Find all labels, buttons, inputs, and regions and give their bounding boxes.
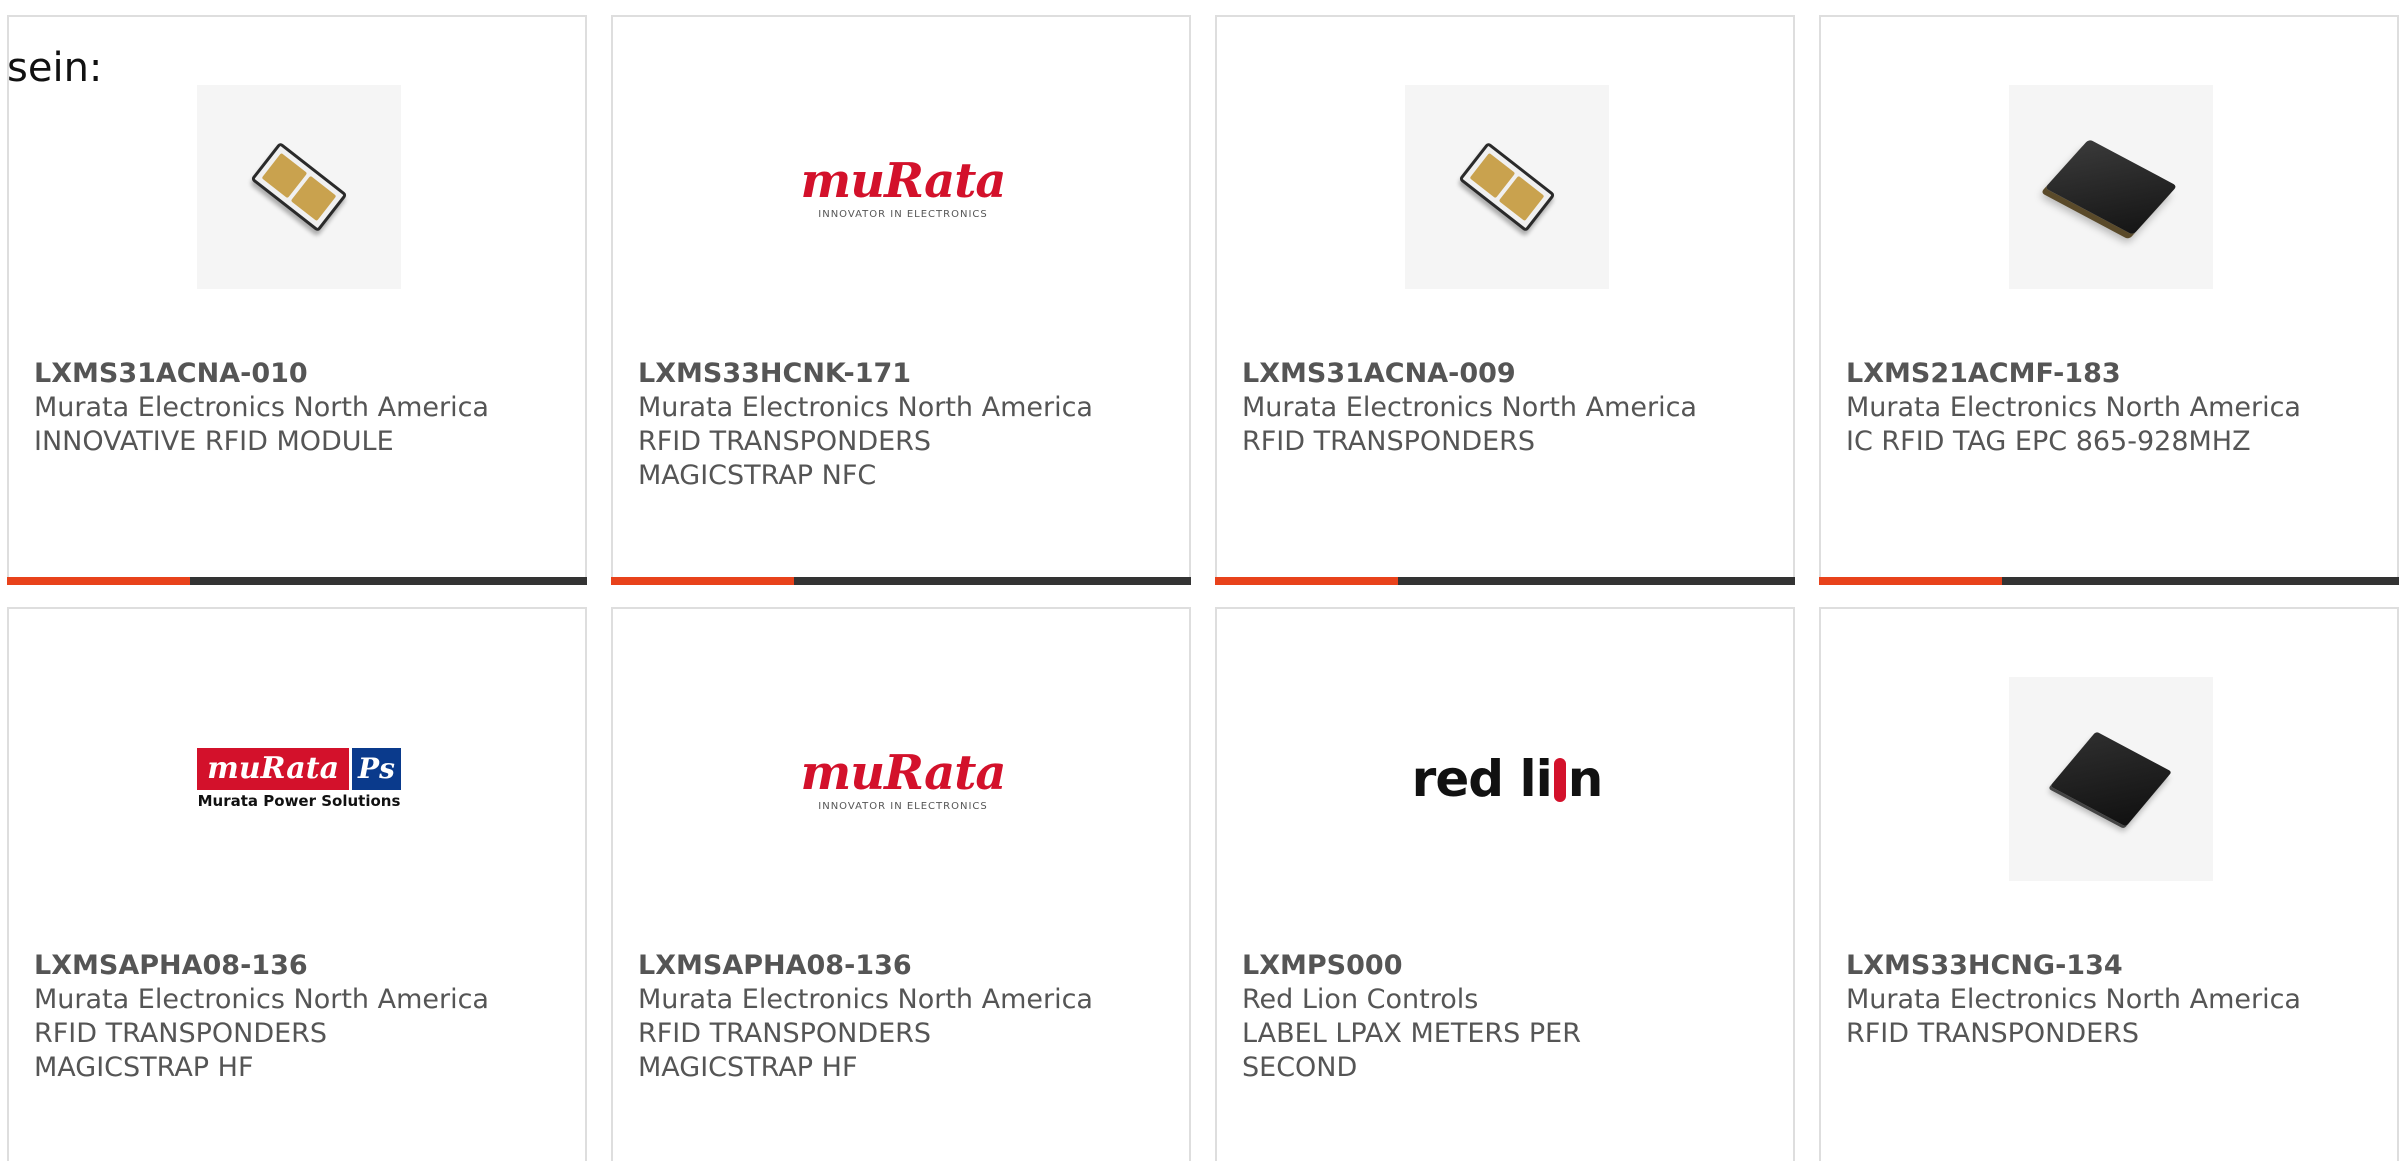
manufacturer-name: Murata Electronics North America (34, 984, 489, 1015)
murata-ps-logo-subtitle: Murata Power Solutions (197, 792, 401, 810)
product-description: RFID TRANSPONDERS (34, 1018, 328, 1049)
product-card[interactable]: muRata Ps Murata Power Solutions LXMSAPH… (7, 607, 587, 1161)
product-description: INNOVATIVE RFID MODULE (34, 426, 394, 457)
manufacturer-name: Murata Electronics North America (638, 392, 1093, 423)
rfid-ic-chip-icon (2050, 731, 2172, 827)
rfid-tag-chip-icon (2044, 139, 2178, 235)
product-card[interactable]: LXMS31ACNA-009 Murata Electronics North … (1215, 15, 1795, 585)
card-accent-bar (611, 577, 794, 585)
product-description: RFID TRANSPONDERS (1846, 1018, 2140, 1049)
product-info: LXMSAPHA08-136 Murata Electronics North … (638, 949, 1169, 1085)
product-description: RFID TRANSPONDERS (638, 1018, 932, 1049)
manufacturer-name: Murata Electronics North America (638, 984, 1093, 1015)
murata-logo: muRata INNOVATOR IN ELECTRONICS (800, 152, 1006, 220)
card-bottom-bar (7, 577, 587, 585)
product-description: IC RFID TAG EPC 865-928MHZ (1846, 426, 2251, 457)
product-description-2: MAGICSTRAP HF (638, 1052, 858, 1083)
part-number-link[interactable]: LXMSAPHA08-136 (638, 949, 1169, 983)
product-info: LXMS33HCNG-134 Murata Electronics North … (1846, 949, 2377, 1051)
product-description: LABEL LPAX METERS PER (1242, 1018, 1581, 1049)
murata-logo-word: muRata (800, 744, 1006, 801)
murata-ps-logo-mark: Ps (352, 748, 401, 790)
product-card[interactable]: LXMS33HCNG-134 Murata Electronics North … (1819, 607, 2399, 1161)
product-info: LXMS31ACNA-010 Murata Electronics North … (34, 357, 565, 459)
product-info: LXMPS000 Red Lion Controls LABEL LPAX ME… (1242, 949, 1773, 1085)
part-number-link[interactable]: LXMS31ACNA-010 (34, 357, 565, 391)
part-number-link[interactable]: LXMS21ACMF-183 (1846, 357, 2377, 391)
product-results-page: sein: LXMS31ACNA-010 Murata Electronics … (0, 0, 2400, 1161)
product-image[interactable]: muRata INNOVATOR IN ELECTRONICS (800, 677, 1007, 881)
part-number-link[interactable]: LXMS33HCNG-134 (1846, 949, 2377, 983)
part-number-link[interactable]: LXMPS000 (1242, 949, 1773, 983)
product-card[interactable]: LXMS21ACMF-183 Murata Electronics North … (1819, 15, 2399, 585)
card-accent-bar (1819, 577, 2002, 585)
product-info: LXMS33HCNK-171 Murata Electronics North … (638, 357, 1169, 493)
product-image[interactable]: muRata INNOVATOR IN ELECTRONICS (800, 85, 1007, 289)
part-number-link[interactable]: LXMS33HCNK-171 (638, 357, 1169, 391)
manufacturer-name: Murata Electronics North America (34, 392, 489, 423)
product-image[interactable]: red li n (1405, 677, 1609, 881)
product-card[interactable]: LXMS31ACNA-010 Murata Electronics North … (7, 15, 587, 585)
rfid-chip-icon (1458, 141, 1556, 233)
card-bottom-bar (1819, 577, 2399, 585)
product-info: LXMS21ACMF-183 Murata Electronics North … (1846, 357, 2377, 459)
product-card[interactable]: muRata INNOVATOR IN ELECTRONICS LXMS33HC… (611, 15, 1191, 585)
card-accent-bar (1215, 577, 1398, 585)
part-number-link[interactable]: LXMS31ACNA-009 (1242, 357, 1773, 391)
murata-logo-word: muRata (800, 152, 1006, 209)
card-accent-bar (7, 577, 190, 585)
intro-text: sein: (7, 45, 103, 91)
rfid-chip-icon (250, 141, 348, 233)
product-image[interactable] (197, 85, 401, 289)
murata-ps-logo-word: muRata (197, 748, 350, 790)
part-number-link[interactable]: LXMSAPHA08-136 (34, 949, 565, 983)
product-card[interactable]: muRata INNOVATOR IN ELECTRONICS LXMSAPHA… (611, 607, 1191, 1161)
manufacturer-name: Murata Electronics North America (1846, 984, 2301, 1015)
product-description-2: MAGICSTRAP NFC (638, 460, 877, 491)
product-grid: LXMS31ACNA-010 Murata Electronics North … (7, 15, 2400, 1161)
murata-power-solutions-logo: muRata Ps Murata Power Solutions (197, 748, 401, 810)
manufacturer-name: Murata Electronics North America (1242, 392, 1697, 423)
murata-logo: muRata INNOVATOR IN ELECTRONICS (800, 744, 1006, 812)
product-description: RFID TRANSPONDERS (638, 426, 932, 457)
product-description: RFID TRANSPONDERS (1242, 426, 1536, 457)
card-bottom-bar (611, 577, 1191, 585)
product-image[interactable] (2009, 677, 2213, 881)
product-card[interactable]: red li n LXMPS000 Red Lion Controls LABEL… (1215, 607, 1795, 1161)
red-lion-logo-text-left: red li (1411, 750, 1553, 808)
card-bottom-bar (1215, 577, 1795, 585)
product-info: LXMS31ACNA-009 Murata Electronics North … (1242, 357, 1773, 459)
red-lion-logo-text-right: n (1567, 750, 1604, 808)
product-image[interactable] (2009, 85, 2213, 289)
manufacturer-name: Murata Electronics North America (1846, 392, 2301, 423)
murata-logo-tagline: INNOVATOR IN ELECTRONICS (818, 208, 988, 220)
product-image[interactable]: muRata Ps Murata Power Solutions (197, 677, 401, 881)
product-description-2: SECOND (1242, 1052, 1358, 1083)
product-description-2: MAGICSTRAP HF (34, 1052, 254, 1083)
red-lion-logo: red li n (1411, 750, 1604, 808)
manufacturer-name: Red Lion Controls (1242, 984, 1479, 1015)
product-image[interactable] (1405, 85, 1609, 289)
red-lion-logo-mark (1553, 758, 1566, 802)
product-info: LXMSAPHA08-136 Murata Electronics North … (34, 949, 565, 1085)
murata-logo-tagline: INNOVATOR IN ELECTRONICS (818, 800, 988, 812)
